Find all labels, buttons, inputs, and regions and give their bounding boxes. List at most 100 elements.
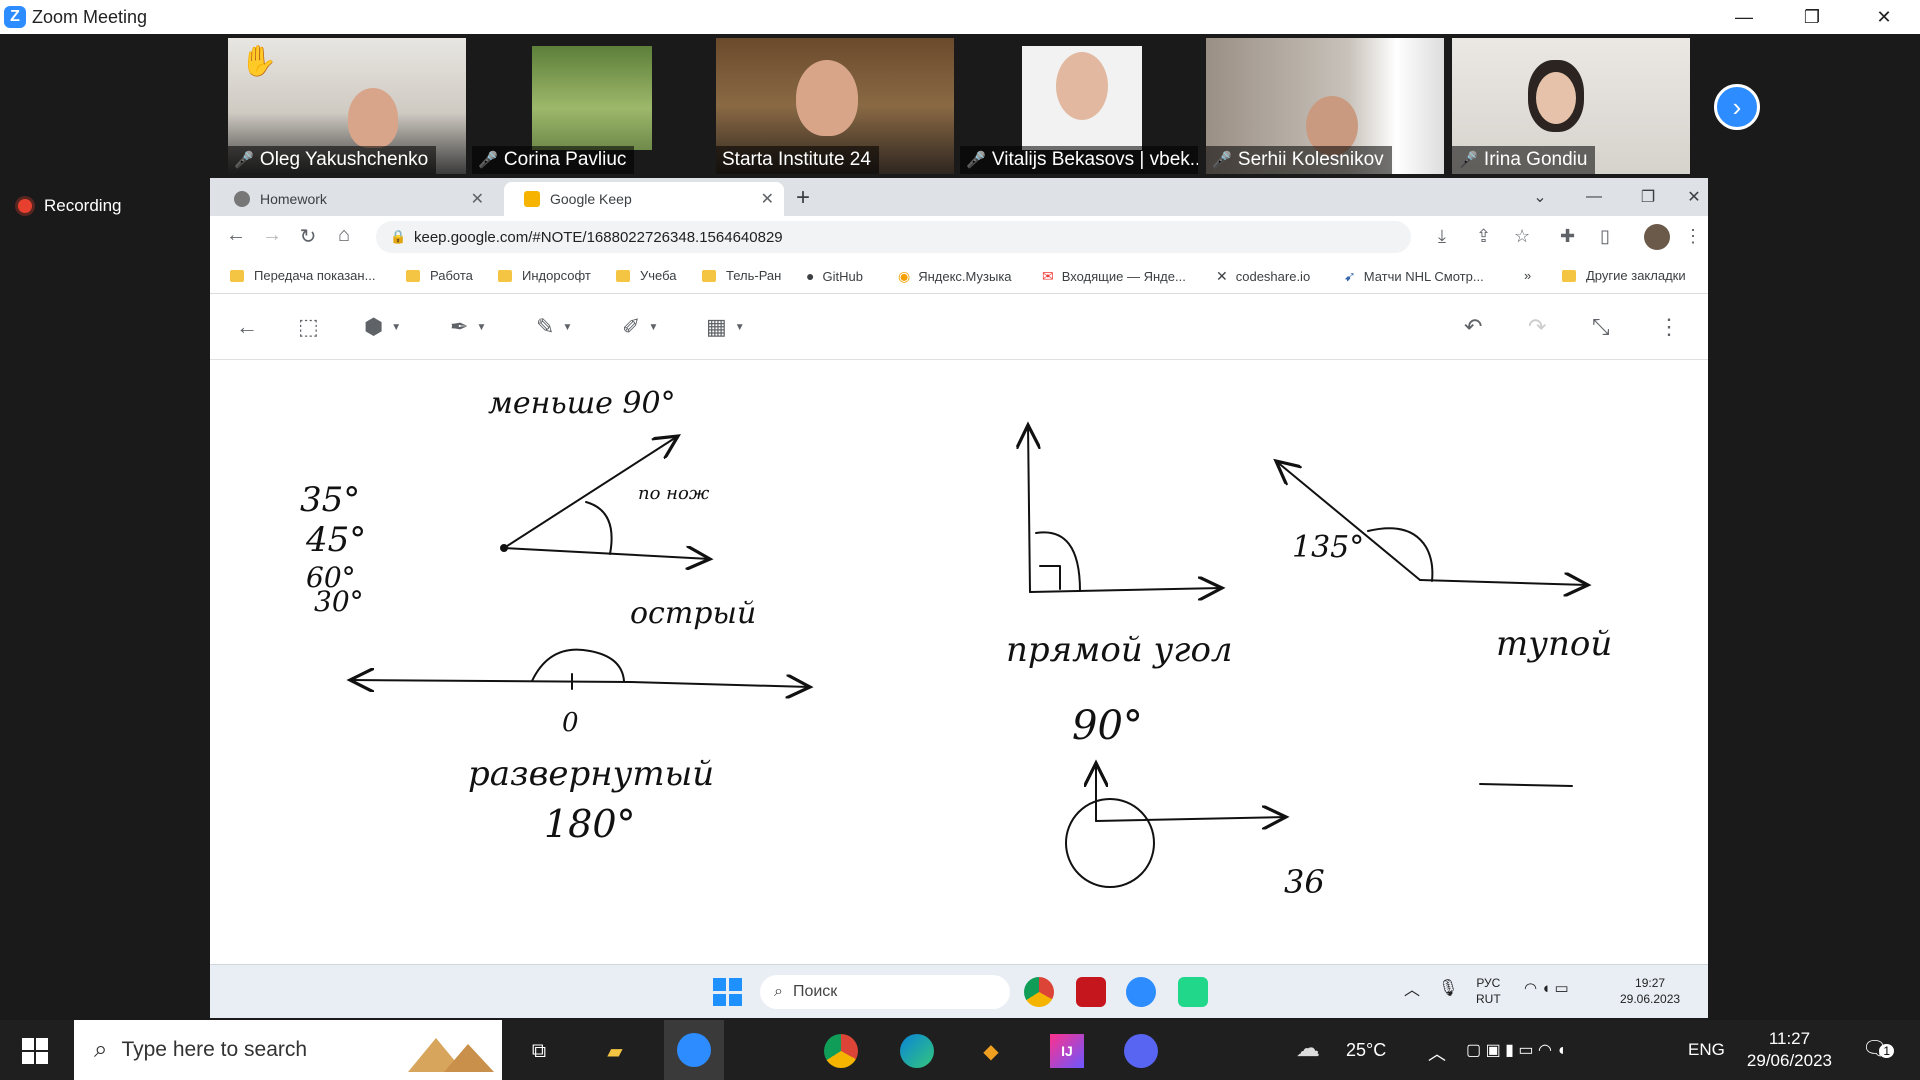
bookmark-item[interactable]: Индорсофт	[498, 268, 591, 283]
drawing-canvas[interactable]: меньше 90° 35° 45° 60° 30° по нож острый…	[210, 361, 1708, 961]
browser-minimize-button[interactable]: —	[1572, 182, 1616, 212]
share-icon[interactable]: ⇪	[1476, 226, 1491, 247]
github-icon: ●	[806, 268, 815, 284]
tab-google-keep[interactable]: Google Keep ✕	[504, 182, 784, 216]
tray-chevron-icon[interactable]: ︿	[1404, 983, 1420, 999]
tab-label: Google Keep	[550, 191, 632, 207]
participant-video	[532, 46, 652, 150]
file-explorer-icon[interactable]: ▰	[598, 1034, 632, 1068]
drawing-label: 36	[1284, 863, 1325, 901]
weather-icon[interactable]: ☁	[1296, 1034, 1320, 1063]
notifications-icon[interactable]: 🗨1	[1862, 1036, 1895, 1061]
drawing-label: 0	[562, 708, 579, 738]
taskbar-search-field[interactable]: ⌕ Type here to search	[74, 1020, 502, 1080]
undo-icon[interactable]: ↶	[1464, 314, 1482, 340]
task-view-icon[interactable]: ⧉	[522, 1034, 556, 1068]
windows-start-icon[interactable]	[22, 1038, 48, 1064]
next-participants-button[interactable]: ›	[1714, 84, 1760, 130]
muted-mic-icon: 🎤	[478, 152, 498, 169]
bookmark-item[interactable]: Работа	[406, 268, 473, 283]
menu-icon[interactable]: ⋮	[1684, 226, 1702, 247]
bookmark-item[interactable]: Тель-Ран	[702, 268, 781, 283]
participant-tile[interactable]: 🎤 Serhii Kolesnikov	[1206, 38, 1444, 174]
marker-icon[interactable]: ✎ ▼	[536, 314, 572, 340]
chrome-icon[interactable]	[824, 1034, 858, 1068]
participant-face	[1056, 52, 1108, 120]
handwriting-svg: меньше 90° 35° 45° 60° 30° по нож острый…	[300, 386, 1612, 901]
zoom-icon[interactable]	[1126, 977, 1156, 1007]
tray-chevron-icon[interactable]: ︿	[1428, 1040, 1446, 1066]
close-button[interactable]: ✕	[1856, 0, 1912, 34]
discord-icon[interactable]	[1124, 1034, 1158, 1068]
language-indicator[interactable]: РУС RUT	[1476, 975, 1501, 1007]
new-tab-button[interactable]: +	[796, 184, 810, 212]
drawing-label: 180°	[544, 802, 636, 846]
tray-icons[interactable]: ▢ ▣ ▮ ▭ ◠ ◖	[1466, 1040, 1566, 1060]
close-tab-icon[interactable]: ✕	[471, 189, 484, 209]
back-icon[interactable]: ←	[222, 224, 250, 247]
browser-restore-button[interactable]: ❐	[1626, 182, 1670, 212]
other-bookmarks[interactable]: Другие закладки	[1562, 268, 1686, 283]
tab-homework[interactable]: Homework ✕	[214, 182, 494, 216]
inner-search-field[interactable]: ⌕ Поиск	[760, 975, 1010, 1009]
redo-icon[interactable]: ↷	[1528, 314, 1546, 340]
url-field[interactable]: 🔒 keep.google.com/#NOTE/1688022726348.15…	[376, 221, 1411, 253]
pen-icon[interactable]: ✒ ▼	[450, 314, 486, 340]
drawing-label: меньше 90°	[488, 386, 676, 421]
extensions-icon[interactable]: ✚	[1560, 226, 1575, 247]
bookmark-item[interactable]: Передача показан...	[230, 268, 375, 283]
acrobat-icon[interactable]	[1076, 977, 1106, 1007]
side-panel-icon[interactable]: ▯	[1600, 226, 1610, 247]
start-icon[interactable]	[712, 977, 742, 1007]
browser-close-button[interactable]: ✕	[1680, 182, 1708, 212]
bookmark-item[interactable]: ✕ codeshare.io	[1216, 268, 1310, 285]
bookmark-item[interactable]: Учеба	[616, 268, 677, 283]
participant-tile[interactable]: ✋ 🎤 Oleg Yakushchenko	[228, 38, 466, 174]
bookmark-item[interactable]: ➹ Матчи NHL Смотр...	[1344, 268, 1484, 285]
profile-avatar[interactable]	[1644, 224, 1670, 250]
bookmarks-overflow-button[interactable]: »	[1524, 268, 1531, 283]
keep-icon	[524, 191, 540, 207]
intellij-icon[interactable]: IJ	[1050, 1034, 1084, 1068]
tab-search-icon[interactable]: ⌄	[1518, 182, 1562, 212]
taskbar-clock[interactable]: 11:27 29/06/2023	[1747, 1028, 1832, 1072]
more-icon[interactable]: ⋮	[1658, 314, 1680, 340]
bookmark-item[interactable]: ● GitHub	[806, 268, 863, 284]
participant-tile[interactable]: 🎤 Irina Gondiu	[1452, 38, 1690, 174]
network-icon[interactable]: ◠ ◖ ▭	[1524, 981, 1569, 997]
inner-clock[interactable]: 19:27 29.06.2023	[1620, 975, 1680, 1007]
install-icon[interactable]: ⤓	[1438, 226, 1446, 247]
restore-button[interactable]: ❐	[1784, 0, 1840, 34]
participant-tile[interactable]: 🎤 Corina Pavliuc	[472, 38, 710, 174]
address-bar-row: ← → ↻ ⌂ 🔒 keep.google.com/#NOTE/16880227…	[210, 216, 1708, 258]
home-icon[interactable]: ⌂	[330, 224, 358, 247]
git-client-icon[interactable]: ◆	[974, 1034, 1008, 1068]
bookmark-star-icon[interactable]: ☆	[1514, 226, 1530, 247]
recording-label: Recording	[44, 196, 122, 215]
folder-icon	[406, 269, 420, 282]
select-icon[interactable]: ⬚	[298, 314, 319, 340]
grid-icon[interactable]: ▦ ▼	[706, 314, 745, 340]
weather-temperature[interactable]: 25°C	[1346, 1040, 1386, 1061]
collapse-icon[interactable]: ⤡	[1592, 314, 1610, 340]
zoom-taskbar-app[interactable]	[664, 1020, 724, 1080]
language-indicator[interactable]: ENG	[1688, 1040, 1725, 1060]
bookmark-item[interactable]: ✉ Входящие — Янде...	[1042, 268, 1186, 285]
chrome-icon[interactable]	[1024, 977, 1054, 1007]
participant-tile[interactable]: 🎤 Vitalijs Bekasovs | vbek...	[960, 38, 1198, 174]
shared-screen-taskbar: ⌕ Поиск ︿ 🎙 РУС RUT ◠ ◖ ▭ 19:27 29.06.2023	[210, 964, 1708, 1018]
bookmark-item[interactable]: ◉ Яндекс.Музыка	[898, 268, 1012, 285]
highlighter-icon[interactable]: ✐ ▼	[622, 314, 658, 340]
edge-icon[interactable]	[900, 1034, 934, 1068]
minimize-button[interactable]: —	[1716, 0, 1772, 34]
recording-indicator[interactable]: Recording	[18, 196, 122, 216]
forward-icon[interactable]: →	[258, 224, 286, 247]
reload-icon[interactable]: ↻	[294, 224, 322, 249]
close-tab-icon[interactable]: ✕	[761, 189, 774, 209]
muted-mic-icon: 🎤	[966, 152, 986, 169]
mic-icon[interactable]: 🎙	[1438, 981, 1458, 997]
participant-tile-active-speaker[interactable]: Starta Institute 24	[716, 38, 954, 174]
pycharm-icon[interactable]	[1178, 977, 1208, 1007]
eraser-icon[interactable]: ⬢ ▼	[364, 314, 401, 340]
back-arrow-icon[interactable]: ←	[236, 314, 258, 340]
